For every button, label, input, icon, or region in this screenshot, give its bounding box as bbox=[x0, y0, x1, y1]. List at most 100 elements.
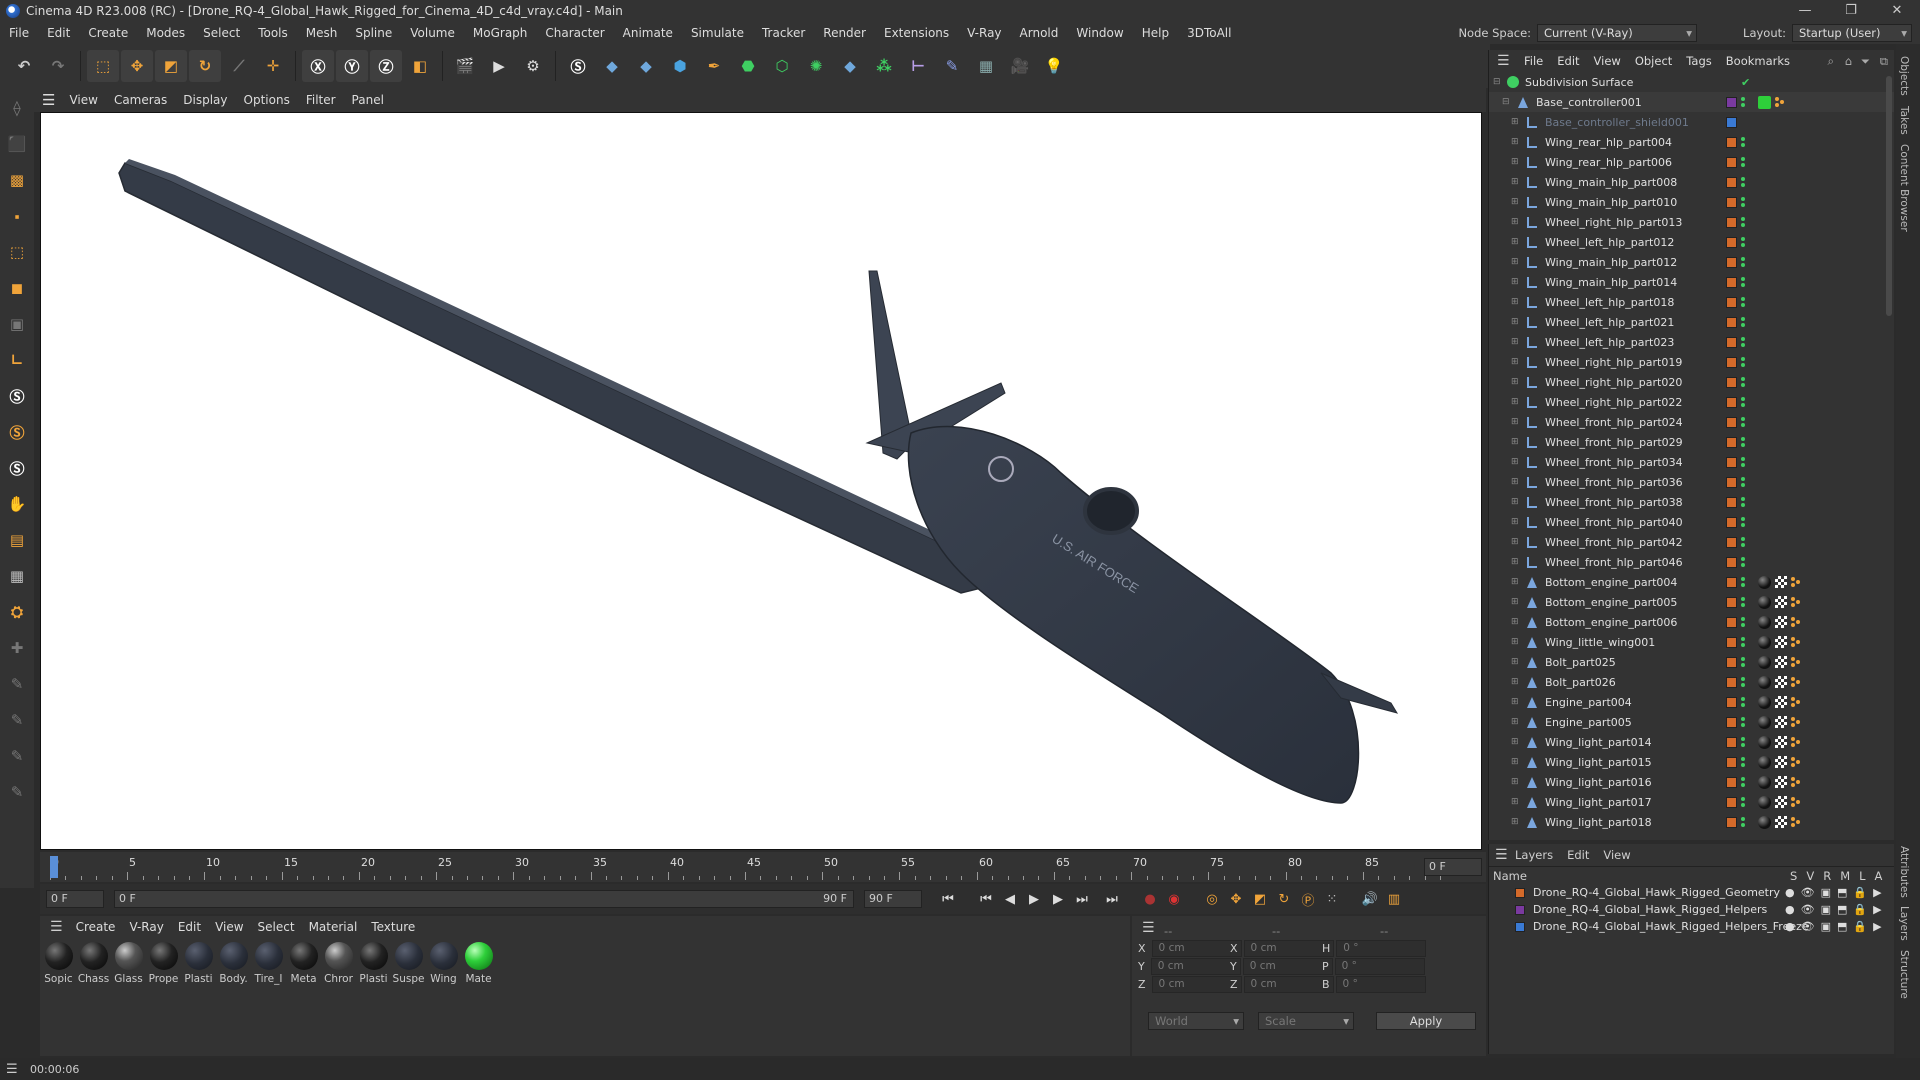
visibility-dots[interactable] bbox=[1741, 276, 1746, 288]
layer-swatch[interactable] bbox=[1726, 716, 1737, 728]
end-frame-field[interactable]: 90 F bbox=[864, 890, 922, 908]
object-row[interactable]: ⊞ Bolt_part025 bbox=[1489, 652, 1894, 672]
frame-range-slider[interactable]: 0 F 90 F bbox=[114, 890, 854, 908]
close-button[interactable]: ✕ bbox=[1874, 0, 1920, 22]
xpresso-tag-icon[interactable] bbox=[1791, 697, 1801, 707]
objects-menu-object[interactable]: Object bbox=[1628, 54, 1679, 68]
prev-frame-icon[interactable]: ◀ bbox=[998, 887, 1022, 911]
x-axis-icon[interactable]: Ⓧ bbox=[302, 50, 334, 82]
layer-color-swatch[interactable] bbox=[1515, 887, 1525, 898]
viewport-menu-options[interactable]: Options bbox=[236, 93, 298, 107]
uv-tag-icon[interactable] bbox=[1775, 816, 1787, 828]
visibility-dots[interactable] bbox=[1741, 756, 1746, 768]
layer-swatch[interactable] bbox=[1726, 516, 1737, 528]
key-selection-icon[interactable]: ◎ bbox=[1200, 887, 1224, 911]
coord-value-field[interactable]: 0 cm bbox=[1242, 958, 1333, 975]
relax-icon[interactable]: ✎ bbox=[2, 776, 32, 808]
pen-icon[interactable]: ✒ bbox=[698, 50, 730, 82]
expand-toggle-icon[interactable]: ⊞ bbox=[1511, 477, 1521, 487]
layer-swatch[interactable] bbox=[1726, 396, 1737, 408]
start-frame-field[interactable]: 0 F bbox=[46, 890, 104, 908]
object-row[interactable]: ⊞ Wheel_front_hlp_part029 bbox=[1489, 432, 1894, 452]
expand-toggle-icon[interactable]: ⊞ bbox=[1511, 777, 1521, 787]
visibility-dots[interactable] bbox=[1741, 456, 1746, 468]
expand-toggle-icon[interactable]: ⊞ bbox=[1511, 117, 1521, 127]
expand-toggle-icon[interactable]: ⊞ bbox=[1511, 137, 1521, 147]
layer-swatch[interactable] bbox=[1726, 196, 1737, 208]
layer-swatch[interactable] bbox=[1726, 96, 1737, 108]
object-row[interactable]: ⊞ Wheel_right_hlp_part013 bbox=[1489, 212, 1894, 232]
visibility-dots[interactable] bbox=[1741, 416, 1746, 428]
redo-icon[interactable]: ↷ bbox=[42, 50, 74, 82]
prev-key-icon[interactable]: ⏮ bbox=[974, 887, 998, 911]
layer-swatch[interactable] bbox=[1726, 816, 1737, 828]
object-row[interactable]: ⊞ Wing_main_hlp_part014 bbox=[1489, 272, 1894, 292]
object-row[interactable]: ⊞ Wheel_front_hlp_part036 bbox=[1489, 472, 1894, 492]
object-scrollbar[interactable] bbox=[1886, 76, 1892, 316]
visibility-dots[interactable] bbox=[1741, 96, 1746, 108]
layer-swatch[interactable] bbox=[1726, 116, 1737, 128]
viewport-menu-cameras[interactable]: Cameras bbox=[106, 93, 175, 107]
object-row[interactable]: ⊞ Wheel_right_hlp_part019 bbox=[1489, 352, 1894, 372]
visibility-dots[interactable] bbox=[1741, 436, 1746, 448]
uv-tag-icon[interactable] bbox=[1775, 636, 1787, 648]
coord-value-field[interactable]: 0 ° bbox=[1334, 958, 1425, 975]
manager-icon[interactable]: ⬒ bbox=[1837, 920, 1847, 933]
material-tag-icon[interactable] bbox=[1758, 635, 1771, 649]
viewport-menu-display[interactable]: Display bbox=[175, 93, 235, 107]
expand-toggle-icon[interactable]: ⊞ bbox=[1511, 257, 1521, 267]
play-icon[interactable]: ▶ bbox=[1022, 887, 1046, 911]
visibility-dots[interactable] bbox=[1741, 176, 1746, 188]
timeline-ruler[interactable]: 051015202530354045505560657075808590 bbox=[50, 856, 1456, 880]
material-slot[interactable]: Prope bbox=[147, 942, 180, 985]
menu-arnold[interactable]: Arnold bbox=[1011, 26, 1068, 40]
autokey-icon[interactable]: ◉ bbox=[1162, 887, 1186, 911]
xpresso-tag-icon[interactable] bbox=[1791, 717, 1801, 727]
objects-menu-file[interactable]: File bbox=[1517, 54, 1550, 68]
layer-swatch[interactable] bbox=[1726, 216, 1737, 228]
visible-icon[interactable]: 👁 bbox=[1801, 903, 1815, 916]
material-slot[interactable]: Tire_I bbox=[252, 942, 285, 985]
menu-modes[interactable]: Modes bbox=[137, 26, 194, 40]
expand-toggle-icon[interactable]: ⊞ bbox=[1511, 737, 1521, 747]
expand-toggle-icon[interactable]: ⊞ bbox=[1511, 517, 1521, 527]
workplane-icon[interactable]: ▤ bbox=[2, 524, 32, 556]
visibility-dots[interactable] bbox=[1741, 576, 1746, 588]
uv-tag-icon[interactable] bbox=[1775, 596, 1787, 608]
uv-tag-icon[interactable] bbox=[1775, 736, 1787, 748]
layer-swatch[interactable] bbox=[1726, 636, 1737, 648]
xpresso-tag-icon[interactable] bbox=[1791, 657, 1801, 667]
object-row[interactable]: ⊞ Bottom_engine_part005 bbox=[1489, 592, 1894, 612]
lock-icon[interactable]: 🔒 bbox=[1853, 903, 1867, 916]
layer-swatch[interactable] bbox=[1726, 316, 1737, 328]
brush-icon[interactable]: ✎ bbox=[2, 704, 32, 736]
solo-icon[interactable]: ● bbox=[1785, 903, 1795, 916]
rotate-icon[interactable]: ↻ bbox=[189, 50, 221, 82]
status-menu-icon[interactable]: ☰ bbox=[6, 1062, 18, 1077]
viewport-menu-filter[interactable]: Filter bbox=[298, 93, 344, 107]
layer-swatch[interactable] bbox=[1726, 476, 1737, 488]
expand-toggle-icon[interactable]: ⊞ bbox=[1511, 597, 1521, 607]
obj-home-icon[interactable]: ⌂ bbox=[1845, 54, 1852, 68]
xpresso-tag-icon[interactable] bbox=[1791, 797, 1801, 807]
objects-menu-view[interactable]: View bbox=[1587, 54, 1628, 68]
render-settings-icon[interactable]: ⚙ bbox=[517, 50, 549, 82]
hamburger-icon[interactable]: ☰ bbox=[42, 91, 61, 109]
object-row[interactable]: ⊞ Wheel_front_hlp_part040 bbox=[1489, 512, 1894, 532]
coord-value-field[interactable]: 0 cm bbox=[1151, 940, 1242, 957]
xpresso-tag-icon[interactable] bbox=[1775, 97, 1785, 107]
coordinate-system-icon[interactable]: ✛ bbox=[257, 50, 289, 82]
visibility-dots[interactable] bbox=[1741, 596, 1746, 608]
expand-toggle-icon[interactable]: ⊞ bbox=[1511, 317, 1521, 327]
objects-menu-tags[interactable]: Tags bbox=[1679, 54, 1718, 68]
visibility-dots[interactable] bbox=[1741, 656, 1746, 668]
object-row[interactable]: ⊞ Wing_little_wing001 bbox=[1489, 632, 1894, 652]
expand-toggle-icon[interactable]: ⊞ bbox=[1511, 457, 1521, 467]
layer-swatch[interactable] bbox=[1726, 556, 1737, 568]
coord-value-field[interactable]: 0 cm bbox=[1243, 976, 1334, 993]
vray-icon[interactable]: Ⓢ bbox=[562, 50, 594, 82]
sculpt-icon[interactable]: ✚ bbox=[2, 632, 32, 664]
apply-button[interactable]: Apply bbox=[1376, 1012, 1476, 1030]
expand-toggle-icon[interactable]: ⊟ bbox=[1502, 97, 1512, 107]
material-slot[interactable]: Chass bbox=[77, 942, 110, 985]
